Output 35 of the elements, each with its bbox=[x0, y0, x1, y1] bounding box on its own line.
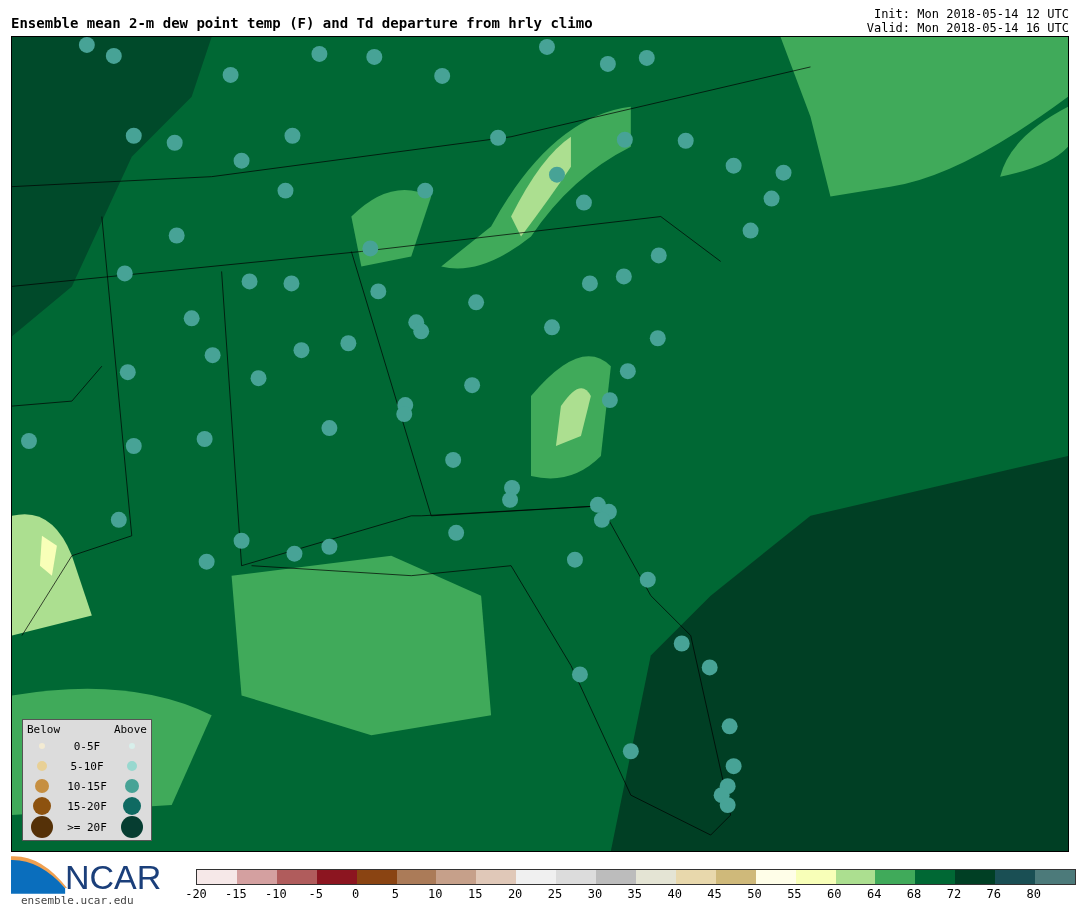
site-url: ensemble.ucar.edu bbox=[21, 894, 135, 907]
valid-time: Valid: Mon 2018-05-14 16 UTC bbox=[866, 21, 1069, 35]
tick-label: 20 bbox=[507, 887, 523, 901]
legend-heading: Below bbox=[27, 722, 61, 736]
init-time: Init: Mon 2018-05-14 12 UTC bbox=[873, 7, 1069, 21]
tick-label: -15 bbox=[225, 887, 247, 901]
tick-label: 80 bbox=[1026, 887, 1041, 901]
legend-label: 0-5F bbox=[72, 739, 102, 753]
chart-title: Ensemble mean 2-m dew point temp (F) and Td departure from hrly climo bbox=[11, 15, 593, 33]
legend-label: 15-20F bbox=[66, 799, 108, 813]
tick-label: 30 bbox=[587, 887, 603, 901]
tick-label: -5 bbox=[308, 887, 323, 901]
tick-label: 15 bbox=[468, 887, 483, 901]
swoosh-icon bbox=[11, 856, 67, 894]
tick-label: 76 bbox=[986, 887, 1002, 901]
logo-text: NCAR bbox=[65, 860, 162, 894]
tick-label: 0 bbox=[351, 887, 360, 901]
tick-label: 72 bbox=[946, 887, 962, 901]
tick-label: 60 bbox=[827, 887, 842, 901]
legend-label: >= 20F bbox=[66, 820, 108, 834]
tick-label: 64 bbox=[866, 887, 882, 901]
tick-label: -20 bbox=[185, 887, 207, 901]
tick-label: 25 bbox=[547, 887, 563, 901]
tick-label: -10 bbox=[264, 887, 287, 901]
tick-label: 55 bbox=[787, 887, 802, 901]
legend-heading: Above bbox=[113, 722, 147, 736]
tick-label: 35 bbox=[627, 887, 642, 901]
tick-label: 10 bbox=[428, 887, 443, 901]
tick-label: 40 bbox=[667, 887, 682, 901]
tick-label: 5 bbox=[391, 887, 400, 901]
legend-label: 10-15F bbox=[66, 779, 108, 793]
tick-label: 50 bbox=[747, 887, 762, 901]
tick-label: 45 bbox=[707, 887, 722, 901]
tick-label: 68 bbox=[906, 887, 922, 901]
legend-label: 5-10F bbox=[69, 759, 105, 773]
